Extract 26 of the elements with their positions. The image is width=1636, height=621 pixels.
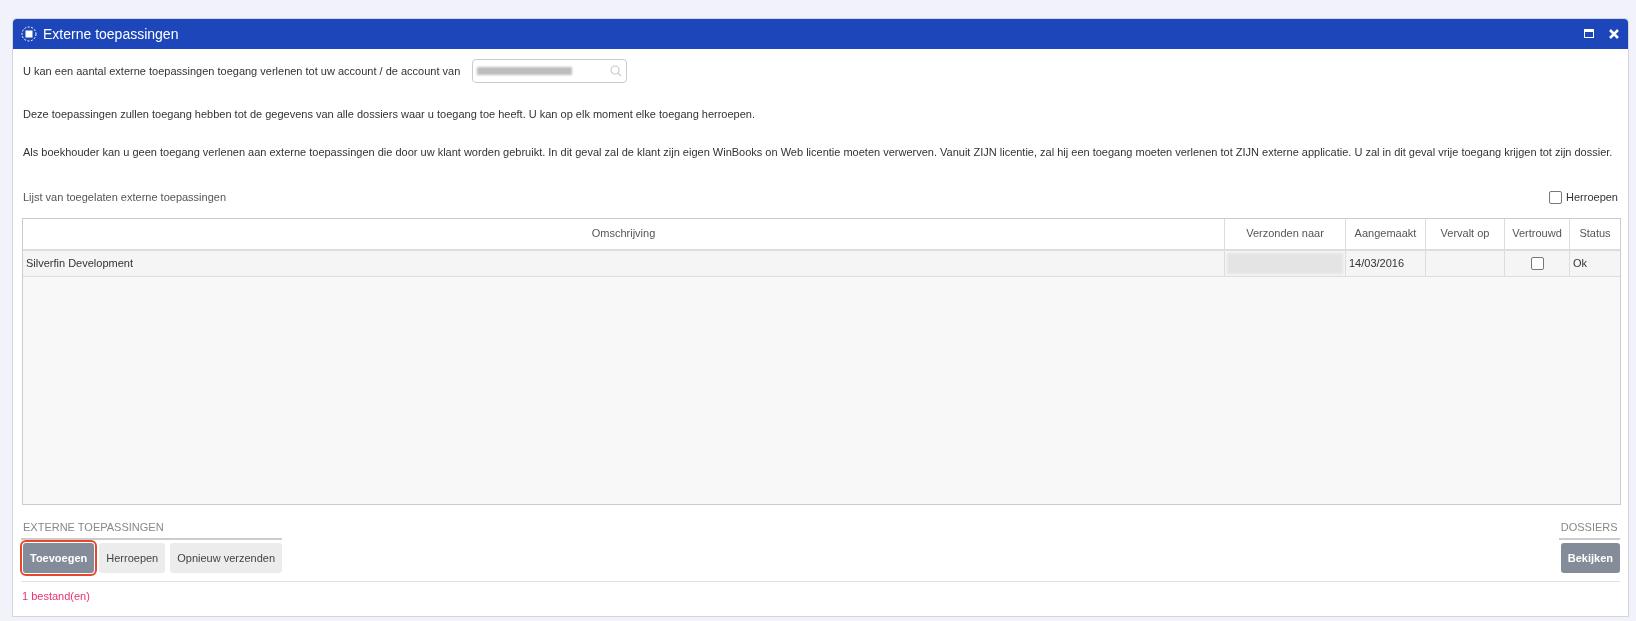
trusted-checkbox[interactable] — [1530, 256, 1544, 270]
list-label: Lijst van toegelaten externe toepassingen — [23, 190, 227, 205]
revoke-checkbox[interactable] — [1549, 190, 1562, 204]
close-icon[interactable] — [1608, 28, 1620, 40]
info-paragraph: Deze toepassingen zullen toegang hebben tot de gegevens van alle dossiers waar u toegang toe heeft. U kan op elk moment elke toegang herroepen. — [22, 107, 756, 121]
column-header[interactable]: Vervalt op — [1425, 218, 1504, 249]
column-header[interactable]: Omschrijving — [23, 218, 1224, 249]
info-paragraph: Als boekhouder kan u geen toegang verlenen aan externe toepassingen die door uw klant worden gebruikt. In dit geval zal de klant zijn eigen WinBooks on Web licentie moeten verwerven. Vanuit ZIJN licentie, zal hij een toegang moeten verlenen tot ZIJN externe applicatie. U zal in dit geval vrije toegang krijgen tot zijn dossier. — [22, 145, 1614, 159]
table-cell: 14/03/2016 — [1345, 250, 1425, 276]
file-count: 1 bestand(en) — [21, 589, 91, 604]
table-cell: Ok — [1569, 250, 1620, 276]
toolbar-button[interactable]: Opnieuw verzenden — [170, 543, 283, 573]
column-header[interactable]: Status — [1569, 218, 1620, 249]
search-icon — [610, 65, 623, 77]
column-header[interactable]: Verzonden naar — [1224, 218, 1345, 249]
table-cell-text: Silverfin Development — [25, 255, 134, 271]
checkbox-label: Herroepen — [1566, 190, 1618, 205]
intro-text: U kan een aantal externe toepassingen toegang verlenen tot uw account / de account van — [23, 63, 461, 79]
group-label: DOSSIERS — [1558, 518, 1620, 540]
account-field[interactable] — [472, 59, 628, 83]
app-icon — [21, 26, 37, 42]
column-header[interactable]: Aangemaakt — [1345, 218, 1425, 249]
column-header[interactable]: Vertrouwd — [1504, 218, 1569, 249]
toolbar-button[interactable]: Herroepen — [99, 543, 166, 573]
maximize-icon[interactable] — [1584, 29, 1594, 39]
window-title: Externe toepassingen — [43, 24, 179, 44]
